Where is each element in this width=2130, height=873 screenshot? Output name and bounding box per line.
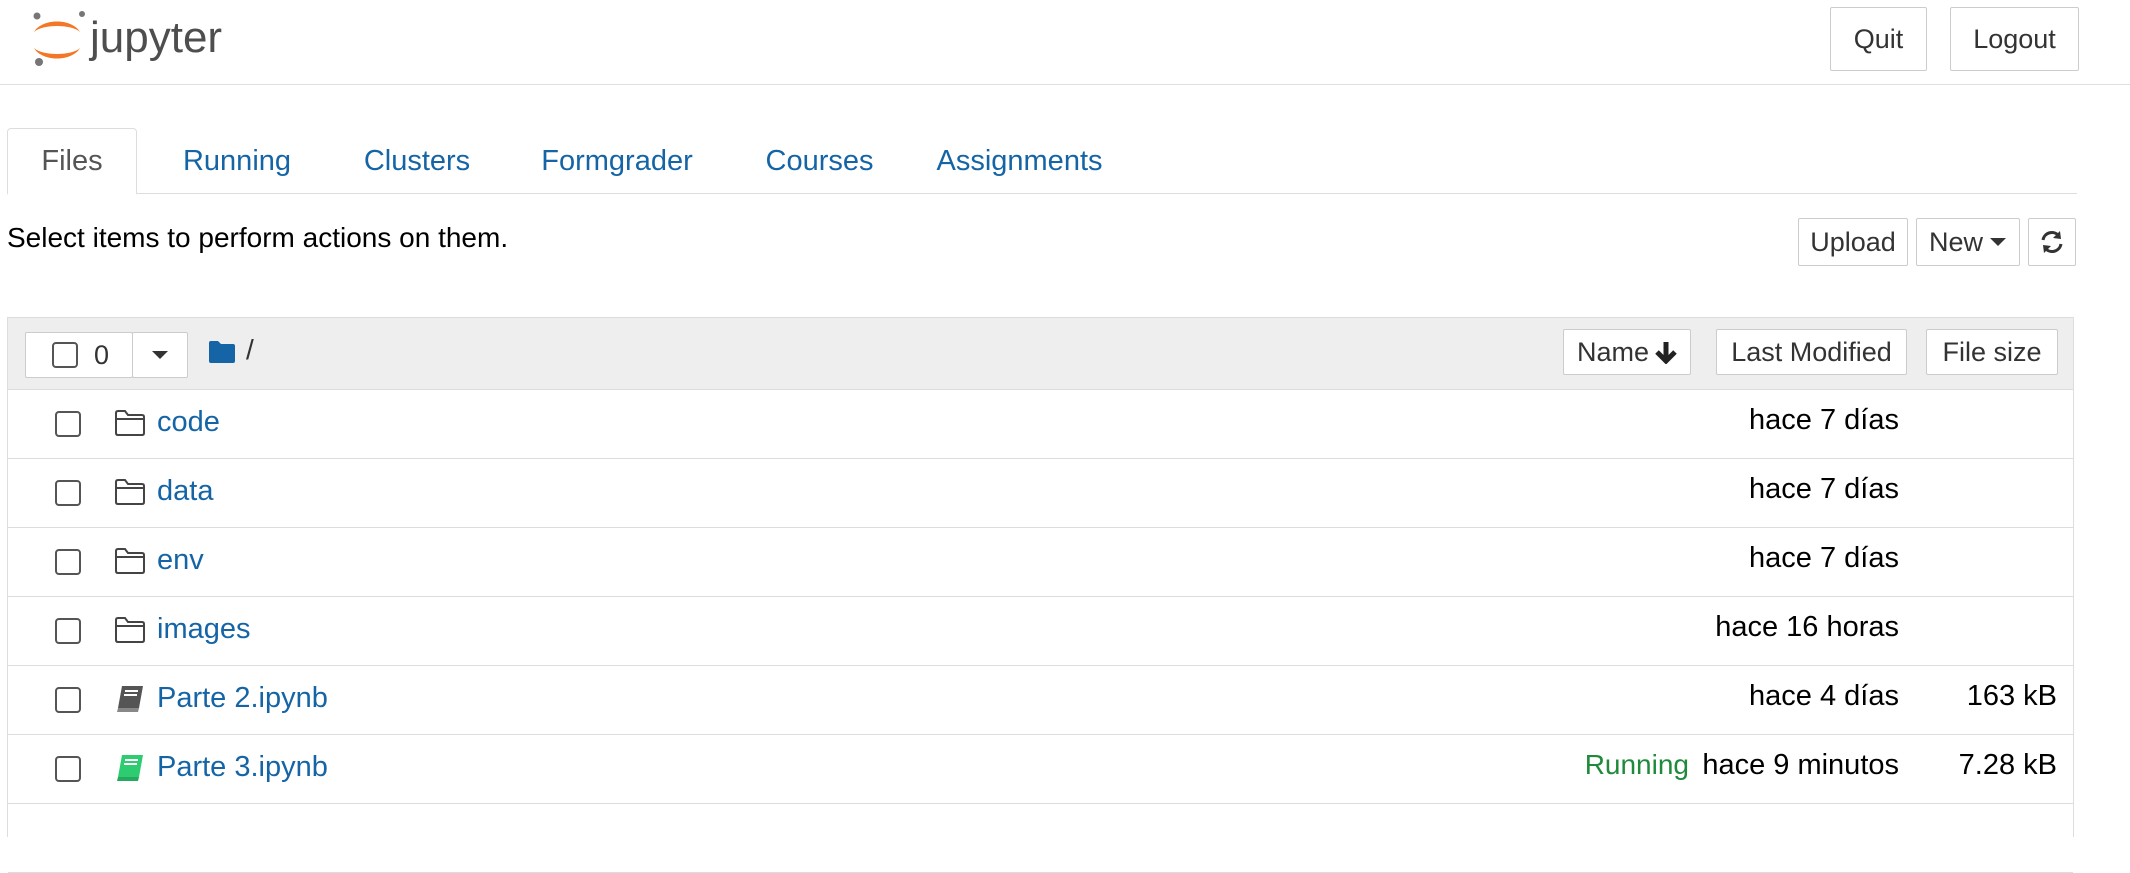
item-modified: hace 16 horas bbox=[1715, 611, 1899, 643]
file-list-header: 0 / Name Last Modified File size bbox=[8, 318, 2073, 390]
caret-down-icon bbox=[152, 351, 168, 359]
header-bar: jupyter Quit Logout bbox=[0, 0, 2130, 85]
folder-icon[interactable] bbox=[208, 340, 236, 364]
item-modified: hace 7 días bbox=[1749, 404, 1899, 436]
tab-clusters[interactable]: Clusters bbox=[342, 128, 492, 194]
selected-count: 0 bbox=[94, 339, 110, 370]
sort-name-button[interactable]: Name bbox=[1563, 329, 1691, 375]
caret-down-icon bbox=[1990, 238, 2006, 246]
arrow-down-icon bbox=[1655, 342, 1677, 364]
item-name-link[interactable]: code bbox=[157, 406, 220, 439]
selection-dropdown-button[interactable] bbox=[132, 332, 188, 378]
item-modified: hace 7 días bbox=[1749, 542, 1899, 574]
item-size: 163 kB bbox=[1966, 680, 2057, 712]
item-modified: hace 9 minutos bbox=[1702, 749, 1899, 781]
refresh-icon bbox=[2041, 231, 2063, 253]
item-name-link[interactable]: Parte 3.ipynb bbox=[157, 751, 328, 784]
sort-name-label: Name bbox=[1576, 336, 1650, 367]
list-item[interactable]: env hace 7 días bbox=[8, 528, 2073, 597]
select-all-button[interactable]: 0 bbox=[25, 332, 133, 378]
tab-assignments[interactable]: Assignments bbox=[922, 128, 1117, 194]
jupyter-logo[interactable]: jupyter bbox=[28, 6, 268, 70]
list-item[interactable]: images hace 16 horas bbox=[8, 597, 2073, 666]
folder-outline-icon bbox=[115, 548, 145, 574]
row-checkbox[interactable] bbox=[55, 480, 81, 506]
list-item[interactable] bbox=[8, 804, 2073, 873]
tab-formgrader[interactable]: Formgrader bbox=[517, 128, 717, 194]
file-list: 0 / Name Last Modified File size code ha… bbox=[7, 317, 2074, 873]
quit-button[interactable]: Quit bbox=[1830, 7, 1927, 71]
new-label: New bbox=[1928, 226, 1983, 257]
refresh-button[interactable] bbox=[2028, 218, 2076, 266]
item-name-link[interactable]: Parte 2.ipynb bbox=[157, 682, 328, 715]
item-size: 7.28 kB bbox=[1958, 749, 2057, 781]
item-name-link[interactable]: env bbox=[157, 544, 204, 577]
item-modified: hace 4 días bbox=[1749, 680, 1899, 712]
select-all-checkbox[interactable] bbox=[52, 342, 78, 368]
tab-files[interactable]: Files bbox=[7, 128, 137, 195]
logout-button[interactable]: Logout bbox=[1950, 7, 2079, 71]
item-name-link[interactable]: data bbox=[157, 475, 213, 508]
sort-size-button[interactable]: File size bbox=[1926, 329, 2058, 375]
new-dropdown-button[interactable]: New bbox=[1916, 218, 2020, 266]
tab-courses[interactable]: Courses bbox=[747, 128, 892, 194]
list-item[interactable]: Parte 2.ipynb hace 4 días 163 kB bbox=[8, 666, 2073, 735]
folder-outline-icon bbox=[115, 410, 145, 436]
list-item[interactable]: code hace 7 días bbox=[8, 390, 2073, 459]
jupyter-wordmark: jupyter bbox=[88, 13, 222, 62]
selection-hint: Select items to perform actions on them. bbox=[7, 222, 509, 253]
tab-running[interactable]: Running bbox=[157, 128, 317, 194]
row-checkbox[interactable] bbox=[55, 618, 81, 644]
row-checkbox[interactable] bbox=[55, 411, 81, 437]
list-item[interactable]: Parte 3.ipynb Running hace 9 minutos 7.2… bbox=[8, 735, 2073, 804]
running-notebook-icon bbox=[117, 755, 143, 781]
item-name-link[interactable]: images bbox=[157, 613, 251, 646]
folder-outline-icon bbox=[115, 479, 145, 505]
running-status: Running bbox=[1584, 749, 1689, 780]
tab-bar: Files Running Clusters Formgrader Course… bbox=[7, 128, 2077, 195]
row-checkbox[interactable] bbox=[55, 756, 81, 782]
folder-outline-icon bbox=[115, 617, 145, 643]
item-modified: hace 7 días bbox=[1749, 473, 1899, 505]
sort-modified-button[interactable]: Last Modified bbox=[1716, 329, 1907, 375]
notebook-icon bbox=[117, 686, 143, 712]
row-checkbox[interactable] bbox=[55, 687, 81, 713]
breadcrumb-root[interactable]: / bbox=[246, 334, 254, 366]
row-checkbox[interactable] bbox=[55, 549, 81, 575]
upload-button[interactable]: Upload bbox=[1798, 218, 1908, 266]
list-item[interactable]: data hace 7 días bbox=[8, 459, 2073, 528]
